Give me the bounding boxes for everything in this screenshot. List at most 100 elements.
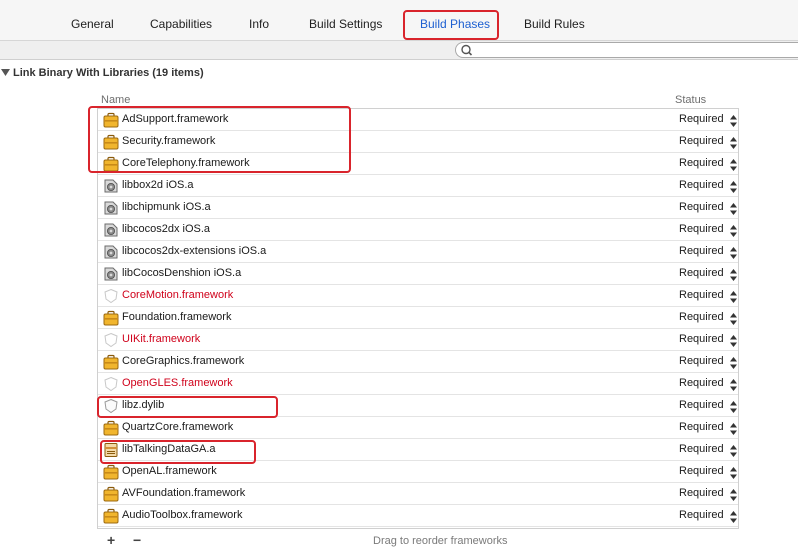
table-row[interactable]: libCocosDenshion iOS.a Required	[98, 263, 738, 285]
status-select[interactable]: Required	[679, 487, 724, 500]
table-footer: + − Drag to reorder frameworks	[97, 530, 739, 551]
library-name: libCocosDenshion iOS.a	[122, 267, 242, 279]
framework-toolbox-icon	[103, 508, 119, 524]
status-stepper-icon[interactable]	[730, 158, 737, 176]
status-stepper-icon[interactable]	[730, 510, 737, 528]
status-select[interactable]: Required	[679, 443, 724, 456]
status-stepper-icon[interactable]	[730, 334, 737, 352]
framework-toolbox-icon	[103, 310, 119, 326]
library-name: QuartzCore.framework	[122, 421, 234, 433]
static-library-icon	[103, 200, 119, 216]
library-name: AVFoundation.framework	[122, 487, 246, 499]
status-select[interactable]: Required	[679, 399, 724, 412]
section-title: Link Binary With Libraries (19 items)	[13, 67, 204, 79]
status-select[interactable]: Required	[679, 465, 724, 478]
framework-toolbox-icon	[103, 354, 119, 370]
table-row[interactable]: UIKit.framework Required	[98, 329, 738, 351]
static-library-icon	[103, 222, 119, 238]
library-name: OpenGLES.framework	[122, 377, 233, 389]
library-name: UIKit.framework	[122, 333, 201, 345]
status-stepper-icon[interactable]	[730, 378, 737, 396]
column-header-status[interactable]: Status	[675, 94, 706, 106]
link-binary-section-header[interactable]: Link Binary With Libraries (19 items)	[0, 62, 798, 84]
search-icon	[461, 44, 473, 56]
tab-info[interactable]: Info	[249, 17, 269, 31]
table-row[interactable]: libchipmunk iOS.a Required	[98, 197, 738, 219]
status-select[interactable]: Required	[679, 179, 724, 192]
status-stepper-icon[interactable]	[730, 488, 737, 506]
status-stepper-icon[interactable]	[730, 422, 737, 440]
library-name: Foundation.framework	[122, 311, 232, 323]
library-name: libbox2d iOS.a	[122, 179, 194, 191]
table-row[interactable]: libcocos2dx iOS.a Required	[98, 219, 738, 241]
table-row[interactable]: AVFoundation.framework Required	[98, 483, 738, 505]
highlight-box-frameworks	[88, 106, 351, 173]
framework-toolbox-icon	[103, 464, 119, 480]
status-stepper-icon[interactable]	[730, 268, 737, 286]
tab-capabilities[interactable]: Capabilities	[150, 17, 212, 31]
status-select[interactable]: Required	[679, 377, 724, 390]
status-stepper-icon[interactable]	[730, 202, 737, 220]
missing-file-icon	[103, 332, 119, 348]
missing-file-icon	[103, 376, 119, 392]
status-select[interactable]: Required	[679, 135, 724, 148]
status-select[interactable]: Required	[679, 421, 724, 434]
table-row[interactable]: libcocos2dx-extensions iOS.a Required	[98, 241, 738, 263]
search-input[interactable]	[455, 42, 798, 58]
highlight-box-libz	[97, 396, 278, 418]
status-select[interactable]: Required	[679, 245, 724, 258]
table-row[interactable]: CoreMotion.framework Required	[98, 285, 738, 307]
static-library-icon	[103, 244, 119, 260]
library-name: libcocos2dx iOS.a	[122, 223, 211, 235]
status-stepper-icon[interactable]	[730, 356, 737, 374]
filter-bar	[0, 40, 798, 60]
status-select[interactable]: Required	[679, 223, 724, 236]
status-stepper-icon[interactable]	[730, 444, 737, 462]
table-row[interactable]: AudioToolbox.framework Required	[98, 505, 738, 527]
table-row[interactable]: libbox2d iOS.a Required	[98, 175, 738, 197]
drag-hint: Drag to reorder frameworks	[373, 535, 508, 547]
status-select[interactable]: Required	[679, 289, 724, 302]
status-select[interactable]: Required	[679, 113, 724, 126]
status-select[interactable]: Required	[679, 311, 724, 324]
library-name: CoreGraphics.framework	[122, 355, 245, 367]
tab-general[interactable]: General	[71, 17, 114, 31]
status-stepper-icon[interactable]	[730, 136, 737, 154]
static-library-icon	[103, 266, 119, 282]
status-stepper-icon[interactable]	[730, 180, 737, 198]
highlight-build-phases-tab	[403, 10, 499, 40]
table-row[interactable]: OpenGLES.framework Required	[98, 373, 738, 395]
library-name: libcocos2dx-extensions iOS.a	[122, 245, 267, 257]
table-row[interactable]: Foundation.framework Required	[98, 307, 738, 329]
library-name: OpenAL.framework	[122, 465, 217, 477]
status-stepper-icon[interactable]	[730, 114, 737, 132]
add-library-button[interactable]: +	[107, 532, 115, 548]
status-select[interactable]: Required	[679, 333, 724, 346]
tab-build-rules[interactable]: Build Rules	[524, 17, 585, 31]
library-name: CoreMotion.framework	[122, 289, 234, 301]
status-select[interactable]: Required	[679, 267, 724, 280]
status-stepper-icon[interactable]	[730, 400, 737, 418]
highlight-box-talkingdata	[100, 440, 256, 464]
status-select[interactable]: Required	[679, 157, 724, 170]
status-stepper-icon[interactable]	[730, 246, 737, 264]
tab-build-settings[interactable]: Build Settings	[309, 17, 382, 31]
status-select[interactable]: Required	[679, 509, 724, 522]
table-row[interactable]: QuartzCore.framework Required	[98, 417, 738, 439]
status-select[interactable]: Required	[679, 355, 724, 368]
disclosure-triangle-icon[interactable]	[1, 68, 10, 77]
table-row[interactable]: CoreGraphics.framework Required	[98, 351, 738, 373]
column-header-name[interactable]: Name	[101, 94, 130, 106]
editor-tab-bar: General Capabilities Info Build Settings…	[0, 0, 798, 40]
status-stepper-icon[interactable]	[730, 224, 737, 242]
framework-toolbox-icon	[103, 420, 119, 436]
status-select[interactable]: Required	[679, 201, 724, 214]
framework-toolbox-icon	[103, 486, 119, 502]
static-library-icon	[103, 178, 119, 194]
missing-file-icon	[103, 288, 119, 304]
status-stepper-icon[interactable]	[730, 312, 737, 330]
status-stepper-icon[interactable]	[730, 290, 737, 308]
table-row[interactable]: OpenAL.framework Required	[98, 461, 738, 483]
remove-library-button[interactable]: −	[133, 532, 141, 548]
status-stepper-icon[interactable]	[730, 466, 737, 484]
